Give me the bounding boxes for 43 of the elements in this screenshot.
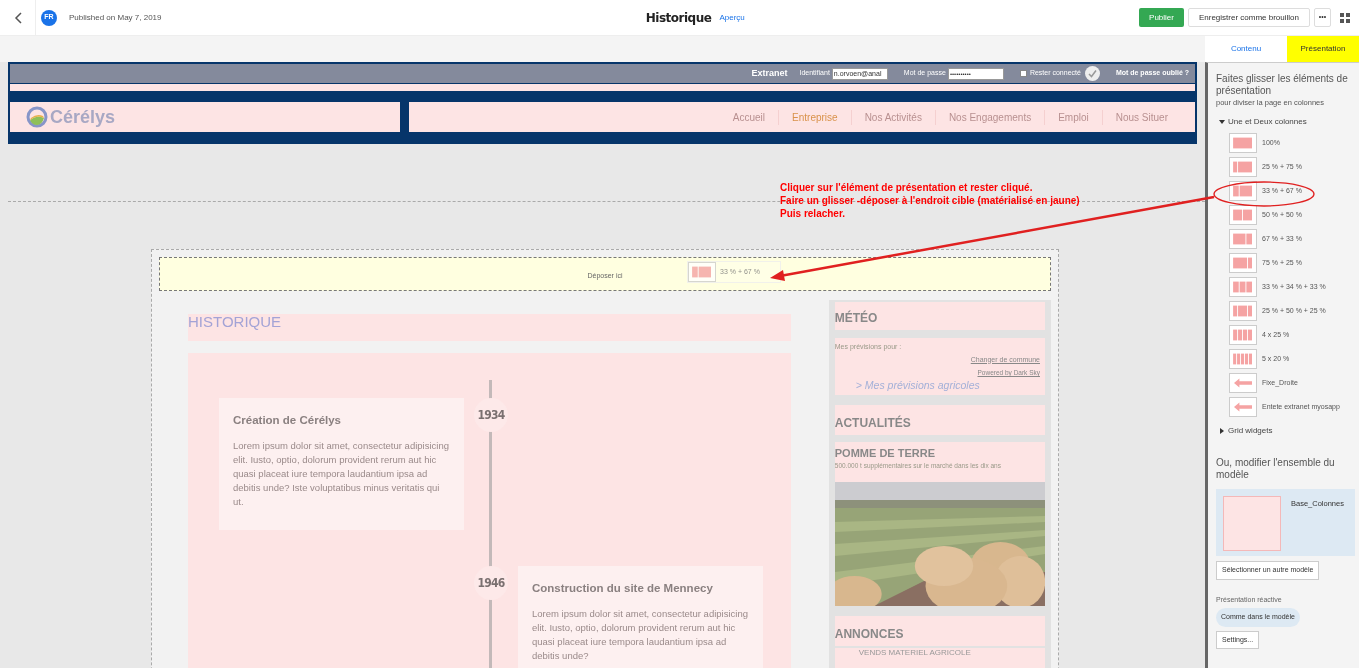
column-layout-icon xyxy=(688,262,716,282)
annotation-text: Cliquer sur l'élément de présentation et rester cliqué. Faire un glisser -déposer à l'endroit cible (matérialisé en jaune) Puis relacher. xyxy=(780,181,1080,220)
year-badge: 1946 xyxy=(474,566,508,600)
panel-intro: Faites glisser les éléments de présentation xyxy=(1216,73,1349,97)
extranet-label: Extranet xyxy=(751,66,788,80)
column-layout-icon xyxy=(1229,277,1257,298)
page-heading: HISTORIQUE xyxy=(188,312,282,333)
caret-icon xyxy=(1219,428,1225,435)
column-layout-icon xyxy=(1229,325,1257,346)
ad-item: VENDS MATERIEL AGRICOLE xyxy=(858,647,971,657)
logo-icon xyxy=(26,106,48,128)
publish-date: Published on May 7, 2019 xyxy=(69,11,162,24)
news-title: POMME DE TERRE xyxy=(834,446,936,461)
year-badge: 1934 xyxy=(474,398,508,432)
column-layout-icon xyxy=(1229,181,1257,202)
caret-icon xyxy=(1219,119,1225,126)
column-layout-icon xyxy=(1229,157,1257,178)
page-title: Historique xyxy=(645,9,712,27)
group-toggle[interactable]: Grid widgets xyxy=(1219,425,1273,438)
column-layout-icon xyxy=(1229,253,1257,274)
card-title: Construction du site de Mennecy xyxy=(532,581,714,596)
group-toggle[interactable]: Une et Deux colonnes xyxy=(1219,116,1307,129)
card-text: Lorem ipsum dolor sit amet, consectetur adipisicing elit. Iusto, optio, dolorum provident rerum aut hic quasi placeat iure tempora laudantium ipsa ad debitis unde? xyxy=(532,607,749,664)
widget-title: ANNONCES xyxy=(834,625,904,643)
check-icon[interactable] xyxy=(1084,66,1100,81)
column-layout-icon xyxy=(1229,205,1257,226)
card-title: Création de Cérélys xyxy=(233,413,342,428)
save-draft-button[interactable]: Enregistrer comme brouillon xyxy=(1187,8,1310,27)
panel-tab[interactable]: Présentation xyxy=(1287,36,1359,62)
card-text: Lorem ipsum dolor sit amet, consectetur adipisicing elit. Iusto, optio, dolorum provident rerum aut hic quasi placeat iure tempora laudantium ipsa ad debitis unde? Iste voluptatibus minus veritatis qui ut. xyxy=(233,439,450,510)
column-layout-icon xyxy=(1229,349,1257,370)
grid-icon[interactable] xyxy=(1340,12,1350,23)
column-layout-icon xyxy=(1229,301,1257,322)
model-thumbnail xyxy=(1223,496,1281,552)
widget-title: MÉTÉO xyxy=(834,309,878,327)
logo-text: Cérélys xyxy=(50,105,116,129)
remember-checkbox[interactable] xyxy=(1019,70,1027,77)
column-layout-icon xyxy=(1229,229,1257,250)
model-heading: Ou, modifier l'ensemble du modèle xyxy=(1216,457,1336,482)
column-layout-icon xyxy=(1229,133,1257,154)
back-icon xyxy=(13,11,22,24)
widget-title: ACTUALITÉS xyxy=(834,414,911,432)
preview-link[interactable]: Aperçu xyxy=(719,11,745,24)
